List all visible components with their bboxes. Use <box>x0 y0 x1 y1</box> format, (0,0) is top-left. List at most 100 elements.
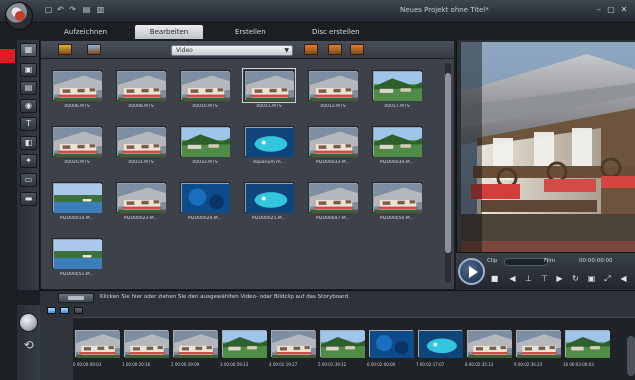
mark-in-icon[interactable]: ⊥ <box>524 274 533 283</box>
close-icon[interactable]: ✕ <box>619 5 629 15</box>
media-thumbnail[interactable]: 00011.MTS <box>240 68 298 109</box>
tab-disc-erstellen[interactable]: Disc erstellen <box>302 25 370 39</box>
storyboard-clip[interactable]: 1 00:00:20:16 <box>122 330 170 367</box>
preview-viewport <box>461 42 635 276</box>
media-thumbnail[interactable]: M2U00023.M... <box>112 183 170 221</box>
media-thumbnail-label: M2U00047.M... <box>316 216 350 221</box>
folder-icon[interactable] <box>58 44 72 55</box>
media-thumbnail-image <box>245 127 294 157</box>
storyboard-clip-image <box>271 330 316 358</box>
media-thumbnail[interactable]: M2U00047.M... <box>304 183 362 221</box>
clip-mode-toggle[interactable] <box>504 258 548 266</box>
media-thumbnail-image <box>245 183 294 213</box>
new-project-icon[interactable]: ▢ <box>44 5 53 14</box>
fullscreen-icon[interactable]: ⤢ <box>603 274 612 283</box>
media-thumbnail[interactable]: 00010.MTS <box>176 71 234 109</box>
storyboard-clip[interactable]: 7 00:02:17:07 <box>416 330 464 367</box>
transition-icon[interactable]: ◧ <box>20 136 37 150</box>
storyboard-view-icon[interactable] <box>19 313 38 332</box>
snapshot-icon[interactable]: ▣ <box>587 274 596 283</box>
media-thumbnail-label: M2U00050.M... <box>380 216 414 221</box>
overlay-icon[interactable]: ▬ <box>20 192 37 206</box>
storyboard-clip[interactable]: 6 00:02:00:00 <box>367 330 415 367</box>
media-thumbnail[interactable]: M2U00034.M... <box>368 127 426 165</box>
project-mode-label[interactable]: Film <box>544 258 555 264</box>
maximize-icon[interactable]: ▢ <box>606 5 616 15</box>
stop-icon[interactable]: ■ <box>490 274 499 283</box>
volume-icon[interactable]: ◀ <box>619 274 628 283</box>
open-icon[interactable]: ▤ <box>82 5 91 14</box>
app-logo-icon[interactable] <box>5 2 33 30</box>
audio-icon[interactable]: ◉ <box>20 99 37 113</box>
media-library-icon[interactable]: ▦ <box>20 43 37 57</box>
capture-icon[interactable] <box>87 44 101 55</box>
undo-icon[interactable]: ↶ <box>56 5 65 14</box>
storyboard-clip-label: 9 00:02:36:23 <box>514 362 543 367</box>
storyboard-clip[interactable]: 8 00:02:35:13 <box>465 330 513 367</box>
storyboard-tool-icon[interactable] <box>74 307 83 314</box>
subtitle-icon[interactable]: ▭ <box>20 173 37 187</box>
media-thumbnail[interactable]: M2U00051.M... <box>48 239 106 277</box>
play-button[interactable] <box>458 258 485 285</box>
storyboard-clip-image <box>418 330 463 358</box>
media-thumbnail[interactable]: M2U00050.M... <box>368 183 426 221</box>
storyboard-clip[interactable]: 2 00:00:19:09 <box>171 330 219 367</box>
storyboard-clip[interactable]: 4 00:01:19:27 <box>269 330 317 367</box>
media-type-select[interactable]: Video ▼ <box>171 45 293 56</box>
sort-icon[interactable] <box>304 44 318 55</box>
media-thumbnail[interactable]: 00031.MTS <box>112 127 170 165</box>
redo-icon[interactable]: ↷ <box>68 5 77 14</box>
library-rail: ▦ ▣ ▤ ◉ T ◧ ✦ ▭ ▬ <box>17 40 40 290</box>
media-thumbnail-label: 00020.MTS <box>64 160 90 165</box>
photo-icon[interactable]: ▤ <box>20 81 37 95</box>
storyboard-clip-label: 4 00:01:19:27 <box>269 362 298 367</box>
media-thumbnail[interactable]: M2U00024.M... <box>176 183 234 221</box>
clip-mode-label[interactable]: Clip <box>487 258 497 264</box>
media-scrollbar-thumb[interactable] <box>445 73 451 253</box>
timeline-view-icon[interactable]: ⟲ <box>19 336 38 355</box>
storyboard-clip[interactable]: 9 00:02:36:23 <box>514 330 562 367</box>
media-thumbnail-image <box>53 127 102 157</box>
mark-out-icon[interactable]: ⊤ <box>540 274 549 283</box>
media-scrollbar[interactable] <box>445 63 451 283</box>
media-thumbnail[interactable]: 00006.MTS <box>48 71 106 109</box>
media-thumbnail[interactable]: M2U00033.M... <box>304 127 362 165</box>
view-icon[interactable] <box>328 44 342 55</box>
media-thumbnail-image <box>181 127 230 157</box>
media-thumbnail[interactable]: M2U00014.M... <box>48 183 106 221</box>
title-icon[interactable]: T <box>20 117 37 131</box>
title-bar: ▢ ↶ ↷ ▤ ▥ Neues Projekt ohne Titel* – ▢ … <box>0 0 635 30</box>
next-icon[interactable]: ▶ <box>555 274 564 283</box>
storyboard-tool-icon[interactable] <box>47 307 56 314</box>
tab-erstellen[interactable]: Erstellen <box>225 25 276 39</box>
storyboard-hint-bar: Klicken Sie hier oder ziehen Sie den aus… <box>40 290 635 305</box>
storyboard-clip-label: 6 00:02:00:00 <box>367 362 396 367</box>
import-icon[interactable] <box>350 44 364 55</box>
timecode-display: 00:00:00:00 <box>579 258 613 264</box>
storyboard-clip-label: 10 00:03:00:03 <box>563 362 594 367</box>
tab-aufzeichnen[interactable]: Aufzeichnen <box>54 25 117 39</box>
repeat-icon[interactable]: ↻ <box>571 274 580 283</box>
add-to-storyboard-button[interactable] <box>58 293 94 303</box>
storyboard-clip[interactable]: 3 00:00:59:13 <box>220 330 268 367</box>
minimize-icon[interactable]: – <box>594 5 604 15</box>
storyboard-clip[interactable]: 0 00:00:09:03 <box>73 330 121 367</box>
media-thumbnail[interactable]: Aquarium.m... <box>240 127 298 165</box>
tab-bearbeiten[interactable]: Bearbeiten <box>135 25 203 39</box>
media-thumbnail[interactable]: 00020.MTS <box>48 127 106 165</box>
media-thumbnail[interactable]: 00017.MTS <box>368 71 426 109</box>
video-icon[interactable]: ▣ <box>20 63 37 77</box>
storyboard-tool-icon[interactable] <box>60 307 69 314</box>
media-thumbnail[interactable]: 00012.MTS <box>304 71 362 109</box>
media-thumbnail[interactable]: 00008.MTS <box>112 71 170 109</box>
storyboard-clip[interactable]: 10 00:03:00:03 <box>563 330 611 367</box>
storyboard-scrollbar[interactable] <box>627 336 635 376</box>
save-icon[interactable]: ▥ <box>96 5 105 14</box>
media-thumbnail-image <box>53 239 102 269</box>
storyboard-clip[interactable]: 5 00:01:39:12 <box>318 330 366 367</box>
media-thumbnail[interactable]: M2U00025.M... <box>240 183 298 221</box>
media-thumbnail-label: M2U00051.M... <box>60 272 94 277</box>
media-thumbnail[interactable]: 00033.MTS <box>176 127 234 165</box>
previous-icon[interactable]: ◀ <box>508 274 517 283</box>
effects-icon[interactable]: ✦ <box>20 154 37 168</box>
